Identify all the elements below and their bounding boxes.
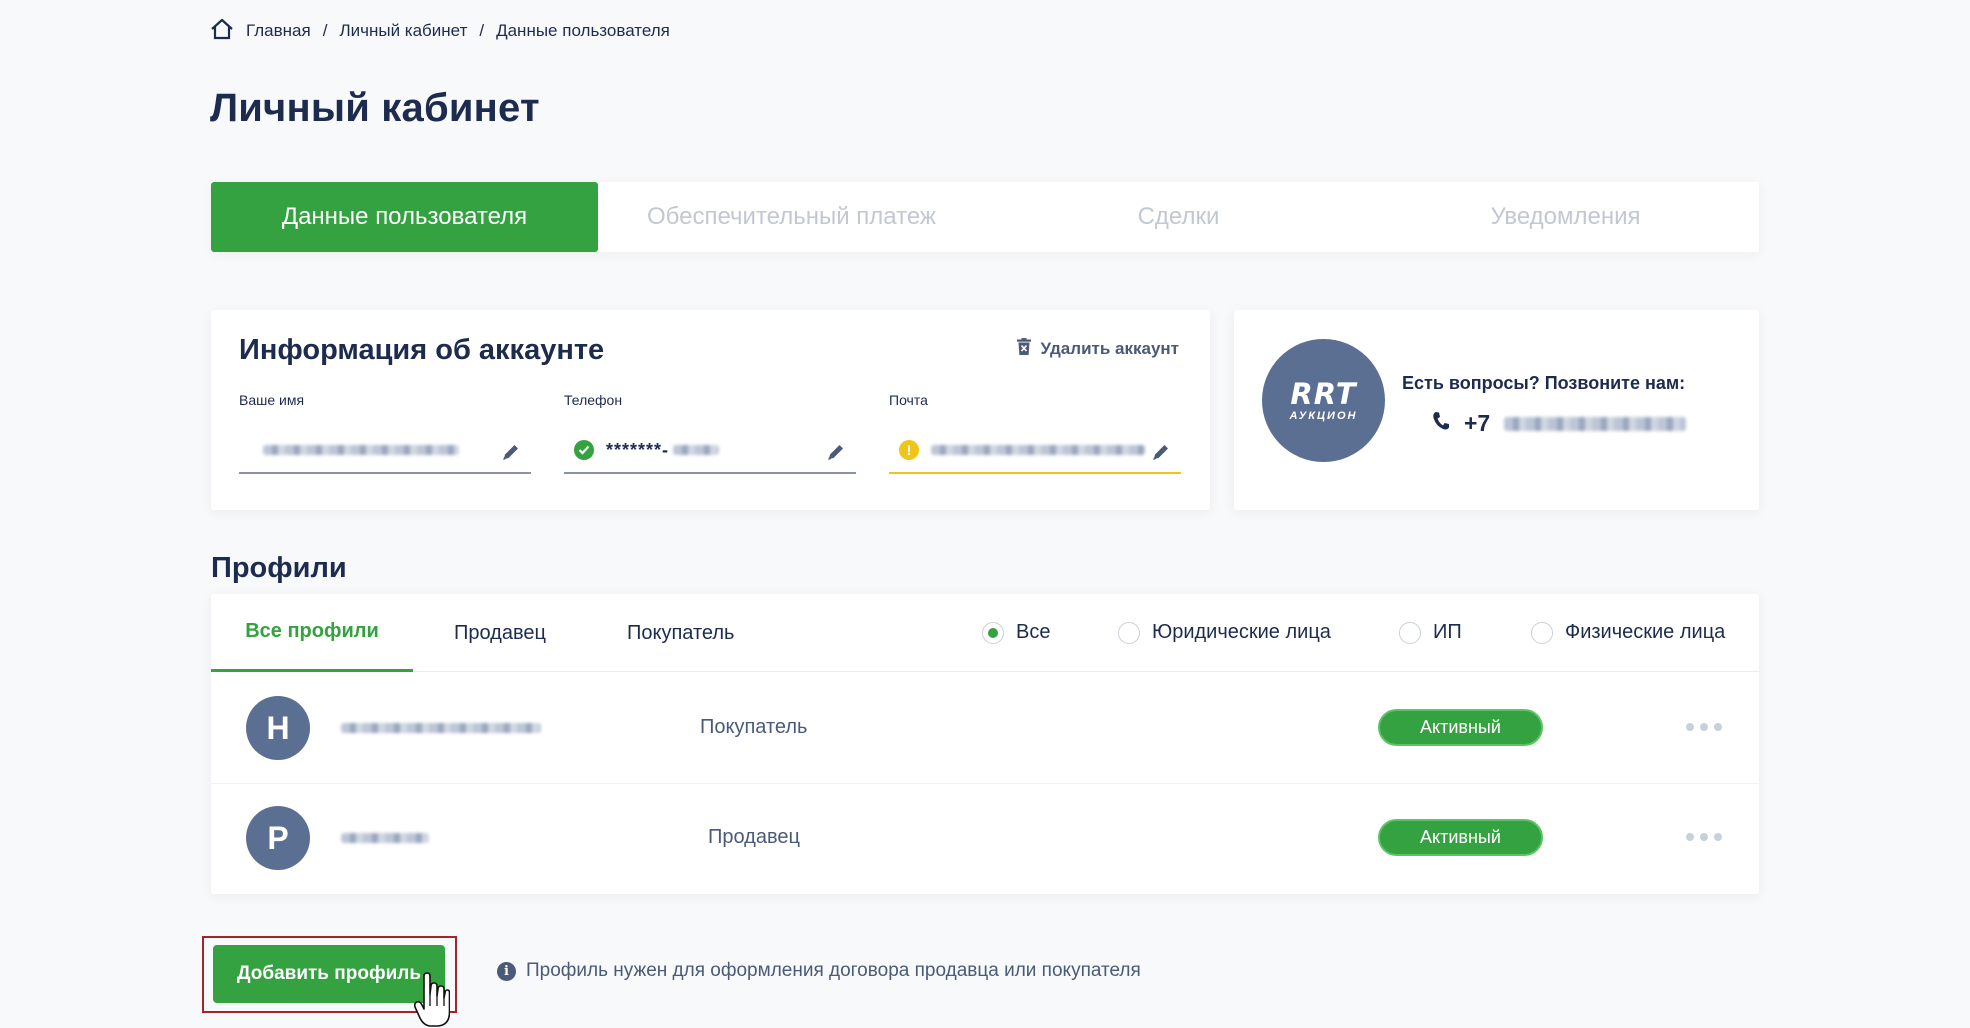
contact-phone-redacted bbox=[1504, 416, 1687, 431]
status-badge: Активный bbox=[1378, 819, 1543, 856]
email-field: Почта ! bbox=[889, 392, 1181, 474]
breadcrumb-current: Данные пользователя bbox=[496, 21, 670, 40]
status-badge: Активный bbox=[1378, 709, 1543, 746]
profile-hint: i Профиль нужен для оформления договора … bbox=[497, 960, 1141, 982]
account-info-title: Информация об аккаунте bbox=[239, 334, 605, 366]
home-icon[interactable] bbox=[210, 18, 234, 45]
breadcrumb-section[interactable]: Личный кабинет bbox=[339, 21, 467, 41]
profile-role: Покупатель bbox=[700, 716, 808, 738]
radio-selected-icon bbox=[982, 621, 1004, 644]
name-field-label: Ваше имя bbox=[239, 392, 305, 408]
tab-user-data[interactable]: Данные пользователя bbox=[211, 182, 598, 252]
contact-phone-prefix: +7 bbox=[1464, 410, 1491, 436]
avatar: Р bbox=[246, 806, 310, 870]
logo-sub-text: АУКЦИОН bbox=[1289, 409, 1358, 422]
phone-value-redacted bbox=[673, 445, 720, 455]
name-field: Ваше имя bbox=[239, 392, 531, 474]
filter-individuals-label: Физические лица bbox=[1565, 621, 1726, 643]
profile-row[interactable]: Н Покупатель Активный bbox=[211, 672, 1759, 783]
account-info-card: Информация об аккаунте Удалить аккаунт В… bbox=[211, 310, 1210, 510]
name-value-redacted bbox=[263, 445, 459, 455]
filter-legal-entities[interactable]: Юридические лица bbox=[1118, 621, 1331, 644]
edit-email-pencil-icon[interactable] bbox=[1151, 442, 1171, 462]
tab-notifications[interactable]: Уведомления bbox=[1372, 182, 1759, 252]
warning-icon: ! bbox=[899, 440, 919, 460]
breadcrumb: Главная / Личный кабинет / Данные пользо… bbox=[210, 18, 670, 44]
profile-hint-text: Профиль нужен для оформления договора пр… bbox=[526, 960, 1141, 981]
delete-account-label: Удалить аккаунт bbox=[1040, 339, 1179, 358]
logo-main-text: RRT bbox=[1290, 376, 1357, 411]
edit-phone-pencil-icon[interactable] bbox=[826, 442, 846, 462]
main-tabs: Данные пользователя Обеспечительный плат… bbox=[211, 182, 1759, 252]
more-options-icon[interactable] bbox=[1686, 723, 1722, 731]
tab-seller[interactable]: Продавец bbox=[454, 594, 546, 672]
filter-all-label: Все bbox=[1016, 621, 1051, 643]
radio-icon bbox=[1531, 621, 1553, 644]
tab-all-profiles[interactable]: Все профили bbox=[211, 594, 413, 672]
breadcrumb-separator: / bbox=[479, 21, 485, 40]
profile-tabs-row: Все профили Продавец Покупатель Все Юрид… bbox=[211, 594, 1759, 672]
filter-individuals[interactable]: Физические лица bbox=[1531, 621, 1725, 644]
hand-cursor-icon bbox=[414, 972, 450, 1027]
edit-name-pencil-icon[interactable] bbox=[501, 442, 521, 462]
rrt-logo: RRT АУКЦИОН bbox=[1262, 339, 1385, 462]
phone-field-label: Телефон bbox=[564, 392, 623, 408]
phone-field: Телефон *******- bbox=[564, 392, 856, 474]
breadcrumb-home[interactable]: Главная bbox=[246, 21, 311, 41]
add-profile-button[interactable]: Добавить профиль bbox=[213, 945, 445, 1003]
profile-role: Продавец bbox=[708, 826, 800, 848]
radio-icon bbox=[1118, 621, 1140, 644]
profiles-title: Профили bbox=[211, 552, 347, 584]
tab-buyer[interactable]: Покупатель bbox=[627, 594, 734, 672]
phone-icon bbox=[1432, 410, 1450, 437]
profile-row[interactable]: Р Продавец Активный bbox=[211, 784, 1759, 895]
email-field-label: Почта bbox=[889, 392, 928, 408]
breadcrumb-separator: / bbox=[322, 21, 328, 40]
profile-name-redacted bbox=[341, 723, 541, 733]
filter-all[interactable]: Все bbox=[982, 621, 1050, 644]
contact-card: RRT АУКЦИОН Есть вопросы? Позвоните нам:… bbox=[1234, 310, 1759, 510]
more-options-icon[interactable] bbox=[1686, 833, 1722, 841]
tab-deals[interactable]: Сделки bbox=[985, 182, 1372, 252]
info-icon: i bbox=[497, 961, 516, 981]
radio-icon bbox=[1399, 621, 1421, 644]
profiles-card: Все профили Продавец Покупатель Все Юрид… bbox=[211, 594, 1759, 894]
contact-phone[interactable]: +7 bbox=[1432, 410, 1687, 437]
phone-value: *******- bbox=[606, 439, 670, 460]
filter-ip-label: ИП bbox=[1433, 621, 1462, 643]
trash-icon bbox=[1016, 338, 1031, 360]
contact-question: Есть вопросы? Позвоните нам: bbox=[1402, 373, 1686, 393]
avatar: Н bbox=[246, 696, 310, 760]
tab-security-deposit[interactable]: Обеспечительный платеж bbox=[598, 182, 985, 252]
check-circle-icon bbox=[574, 440, 594, 460]
phone-input[interactable]: *******- bbox=[564, 428, 856, 474]
filter-legal-entities-label: Юридические лица bbox=[1152, 621, 1331, 643]
page-title: Личный кабинет bbox=[210, 86, 540, 130]
email-input[interactable]: ! bbox=[889, 428, 1181, 474]
delete-account-button[interactable]: Удалить аккаунт bbox=[1016, 338, 1179, 360]
email-value-redacted bbox=[931, 445, 1145, 455]
profile-name-redacted bbox=[341, 833, 429, 843]
filter-ip[interactable]: ИП bbox=[1399, 621, 1462, 644]
name-input[interactable] bbox=[239, 428, 531, 474]
